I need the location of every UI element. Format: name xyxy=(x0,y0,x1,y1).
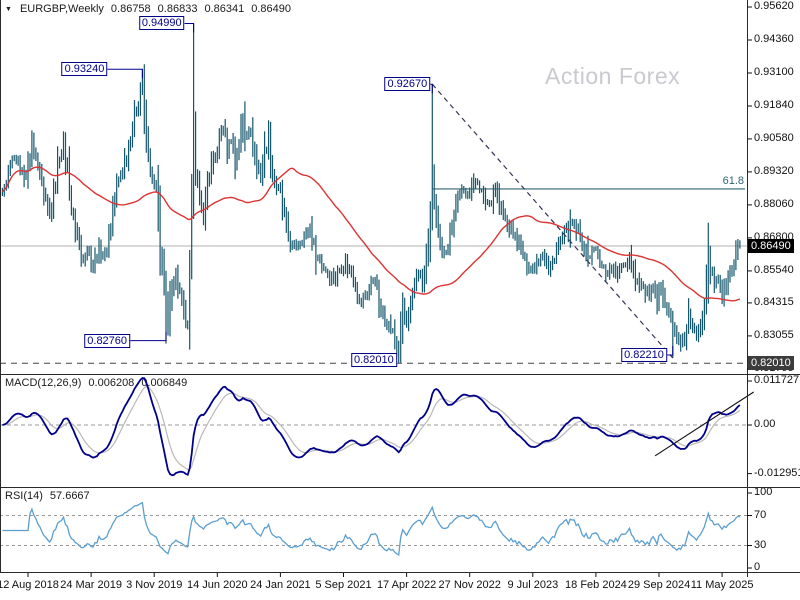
trendline[interactable] xyxy=(432,84,673,358)
price-label[interactable]: 0.94990 xyxy=(139,16,185,30)
price-axis-tick: 0.83055 xyxy=(754,329,794,341)
date-label: 11 May 2025 xyxy=(691,579,754,591)
price-label[interactable]: 0.82210 xyxy=(621,348,667,362)
date-label: 29 Sep 2024 xyxy=(628,579,690,591)
price-bars xyxy=(2,24,740,364)
price-label[interactable]: 0.82760 xyxy=(84,334,130,348)
macd-axis-tick: 0.011727 xyxy=(754,374,799,386)
date-label: 14 Jun 2020 xyxy=(187,579,248,591)
price-axis-tick: 0.91840 xyxy=(754,99,794,111)
price-label[interactable]: 0.82010 xyxy=(351,353,397,367)
date-label: 24 Jan 2021 xyxy=(250,579,311,591)
rsi-line xyxy=(2,503,740,555)
date-label: 12 Aug 2018 xyxy=(0,579,59,591)
macd-axis-tick: 0.00 xyxy=(754,418,775,430)
rsi-axis-tick: 100 xyxy=(754,486,772,498)
price-label[interactable]: 0.93240 xyxy=(62,62,108,76)
price-axis-tick: 0.84315 xyxy=(754,296,794,308)
date-label: 17 Apr 2022 xyxy=(377,579,436,591)
price-axis-tick: 0.88060 xyxy=(754,198,794,210)
price-axis-tick: 0.90580 xyxy=(754,132,794,144)
price-label-connector xyxy=(430,84,432,93)
rsi-axis-tick: 30 xyxy=(754,539,766,551)
date-label: 18 Feb 2024 xyxy=(565,579,627,591)
rsi-axis-tick: 0 xyxy=(754,561,760,573)
date-label: 5 Sep 2021 xyxy=(315,579,371,591)
price-label[interactable]: 0.92670 xyxy=(384,77,430,91)
macd-trendline[interactable] xyxy=(655,392,754,456)
support-price-badge: 0.82010 xyxy=(748,356,794,370)
rsi-axis-tick: 70 xyxy=(754,509,766,521)
fib-618-label[interactable]: 61.8 xyxy=(723,175,744,187)
price-axis-tick: 0.85540 xyxy=(754,264,794,276)
price-axis-tick: 0.95620 xyxy=(754,0,794,12)
price-axis-tick: 0.89320 xyxy=(754,165,794,177)
price-label-connector xyxy=(107,69,142,78)
price-axis-tick: 0.93100 xyxy=(754,66,794,78)
price-axis-tick: 0.94360 xyxy=(754,33,794,45)
current-price-badge: 0.86490 xyxy=(748,239,794,253)
price-label-connector xyxy=(667,346,673,355)
mt4-chart-window: ▼ EURGBP,Weekly 0.86758 0.86833 0.86341 … xyxy=(0,0,800,600)
macd-signal-line xyxy=(2,387,740,470)
macd-line xyxy=(2,378,740,475)
date-label: 3 Nov 2019 xyxy=(126,579,182,591)
date-label: 24 Mar 2019 xyxy=(60,579,122,591)
date-label: 9 Jul 2023 xyxy=(507,579,558,591)
date-label: 27 Nov 2022 xyxy=(439,579,501,591)
macd-axis-tick: -0.012951 xyxy=(754,467,800,479)
price-label-connector xyxy=(130,332,166,341)
price-label-connector xyxy=(185,24,194,33)
